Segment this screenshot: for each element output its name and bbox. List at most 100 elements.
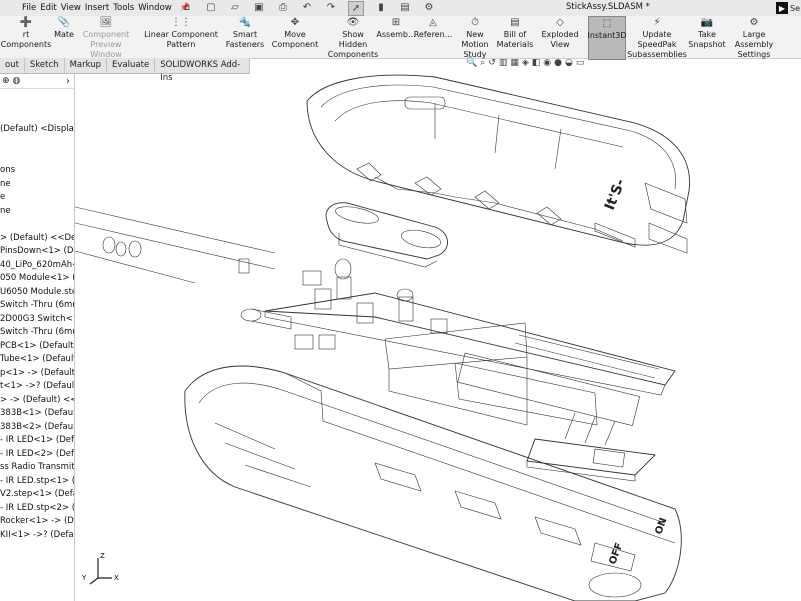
- select-arrow-icon[interactable]: ➚: [348, 1, 364, 16]
- undo-icon[interactable]: ↶: [300, 1, 314, 14]
- tree-item[interactable]: 383B<2> (Default): [0, 422, 74, 433]
- menu-view[interactable]: View: [61, 3, 81, 13]
- tree-item[interactable]: PCB<1> (Default) <: [0, 341, 74, 352]
- button-caps[interactable]: [325, 202, 448, 268]
- ribbon-button-12[interactable]: ⬚ Instant3D: [587, 16, 627, 60]
- tree-item[interactable]: - IR LED<2> (Defau: [0, 449, 74, 460]
- tree-item[interactable]: Switch -Thru (6mm: [0, 300, 74, 311]
- ribbon-button-9[interactable]: ⏱ New Motion Study: [452, 16, 498, 59]
- tree-item[interactable]: > (Default) <<Defau: [0, 233, 74, 244]
- tree-item[interactable]: Tube<1> (Default): [0, 354, 74, 365]
- ribbon-button-2[interactable]: 🖼 Component Preview Window: [78, 16, 134, 59]
- ribbon-button-icon: 👁: [346, 17, 360, 28]
- home-icon[interactable]: ⌂: [180, 1, 194, 14]
- sd-card[interactable]: [526, 412, 656, 482]
- ribbon-button-8[interactable]: ◬ Referen...: [413, 16, 453, 58]
- tree-item[interactable]: Rocker<1> -> (Def: [0, 516, 74, 527]
- ribbon-button-6[interactable]: 👁 Show Hidden Components: [328, 16, 379, 59]
- redo-icon[interactable]: ↷: [324, 1, 338, 14]
- pcb-board[interactable]: [264, 292, 676, 427]
- graphics-area[interactable]: It'S- ON OFF: [75, 73, 801, 601]
- tab-layout[interactable]: out: [0, 58, 25, 73]
- tab-sketch[interactable]: Sketch: [25, 58, 65, 73]
- tree-item[interactable]: 2D00G3 Switch<1>: [0, 314, 74, 325]
- view-orientation-icon[interactable]: ◈: [522, 58, 529, 68]
- ribbon-button-icon: ▤: [510, 17, 520, 28]
- options-gear-icon[interactable]: ⚙: [422, 1, 436, 14]
- tree-item[interactable]: 383B<1> (Default): [0, 408, 74, 419]
- ribbon-button-13[interactable]: ⚡ Update SpeedPak Subassemblies: [624, 16, 690, 59]
- power-switch-labels: ON OFF: [607, 516, 669, 566]
- dynamic-annotation-icon[interactable]: ▦: [510, 58, 519, 68]
- zoom-to-fit-icon[interactable]: 🔍: [466, 58, 477, 68]
- menu-edit[interactable]: Edit: [40, 3, 56, 13]
- config-manager-icon[interactable]: ⊕: [2, 76, 10, 86]
- menu-window[interactable]: Window: [138, 3, 172, 13]
- zoom-area-icon[interactable]: ⌕: [480, 58, 485, 68]
- heads-up-view-toolbar: 🔍 ⌕ ↺ ▥ ▦ ◈ ◧ ◉ ● ◒ ▭: [466, 58, 584, 68]
- appearance-icon[interactable]: ●: [554, 58, 562, 68]
- tree-item[interactable]: t<1> ->? (Default): [0, 381, 74, 392]
- rebuild-icon[interactable]: ▮: [374, 1, 388, 14]
- tree-item[interactable]: - IR LED.stp<2> (De: [0, 503, 74, 514]
- exploded-assembly-drawing[interactable]: It'S- ON OFF: [75, 73, 801, 601]
- display-style-icon[interactable]: ◧: [532, 58, 541, 68]
- ribbon-button-15[interactable]: ⚙ Large Assembly Settings: [724, 16, 784, 59]
- view-settings-icon[interactable]: ▭: [576, 58, 585, 68]
- tree-item[interactable]: PinsDown<1> (Defa: [0, 246, 74, 257]
- tree-item[interactable]: KII<1> ->? (Default: [0, 530, 74, 541]
- menu-insert[interactable]: Insert: [85, 3, 109, 13]
- ribbon-button-label: Referen...: [413, 30, 453, 39]
- tree-item[interactable]: Switch -Thru (6mm: [0, 327, 74, 338]
- tree-item[interactable]: - IR LED.stp<1> (De: [0, 476, 74, 487]
- tab-markup[interactable]: Markup: [65, 58, 108, 73]
- ribbon-button-10[interactable]: ▤ Bill of Materials: [497, 16, 534, 58]
- ribbon-button-7[interactable]: ⊞ Assemb...: [376, 16, 415, 58]
- search-arrow-icon: ▶: [776, 2, 788, 14]
- tree-item[interactable]: ss Radio Transmitte: [0, 462, 74, 473]
- tree-item[interactable]: V2.step<1> (Defau: [0, 489, 74, 500]
- ribbon-button-icon: ⬚: [602, 18, 612, 29]
- ribbon-button-14[interactable]: 📷 Take Snapshot: [688, 16, 725, 58]
- new-document-icon[interactable]: ▢: [204, 1, 218, 14]
- hide-show-icon[interactable]: ◉: [543, 58, 551, 68]
- tab-evaluate[interactable]: Evaluate: [107, 58, 156, 73]
- ribbon-button-11[interactable]: ◇ Exploded View: [532, 16, 588, 58]
- command-manager-ribbon: ➕ rt Components 📎 Mate 🖼 Component Preview Wi…: [0, 16, 801, 60]
- window-title: StickAssy.SLDASM *: [566, 2, 650, 12]
- save-icon[interactable]: ▣: [252, 1, 266, 14]
- tree-item[interactable]: 050 Module<1> (De: [0, 273, 74, 284]
- ribbon-button-4[interactable]: 🔩 Smart Fasteners: [226, 16, 264, 58]
- display-manager-icon[interactable]: ◍: [13, 76, 21, 86]
- tree-item[interactable]: - IR LED<1> (Defau: [0, 435, 74, 446]
- tab-addins[interactable]: SOLIDWORKS Add-Ins: [155, 58, 250, 83]
- ribbon-button-3[interactable]: ⋮⋮ Linear Component Pattern: [134, 16, 228, 58]
- menu-tools[interactable]: Tools: [113, 3, 134, 13]
- tree-item[interactable]: 40_LiPo_620mAh<1: [0, 260, 74, 271]
- electronic-components[interactable]: [75, 206, 448, 350]
- section-view-icon[interactable]: ▥: [499, 58, 508, 68]
- tree-item[interactable]: ons: [0, 165, 15, 176]
- tree-item[interactable]: e: [0, 192, 5, 203]
- print-icon[interactable]: ⎙: [276, 1, 290, 14]
- file-properties-icon[interactable]: ▤: [398, 1, 412, 14]
- previous-view-icon[interactable]: ↺: [488, 58, 496, 68]
- tree-item[interactable]: U6050 Module.step: [0, 287, 74, 298]
- chevron-right-icon[interactable]: ›: [66, 76, 70, 87]
- ribbon-button-icon: 📎: [57, 17, 71, 28]
- menu-file[interactable]: File: [22, 3, 36, 13]
- tree-item[interactable]: > -> (Default) <<De: [0, 395, 74, 406]
- top-housing[interactable]: It'S-: [306, 74, 690, 254]
- tree-item[interactable]: ne: [0, 179, 11, 190]
- ribbon-button-0[interactable]: ➕ rt Components: [0, 16, 52, 58]
- ribbon-button-1[interactable]: 📎 Mate: [53, 16, 75, 58]
- tree-item[interactable]: (Default) <Display S: [0, 124, 74, 135]
- ribbon-button-label: Component Preview Window: [82, 30, 130, 59]
- tree-item[interactable]: ne: [0, 206, 11, 217]
- bottom-housing[interactable]: ON OFF: [184, 365, 682, 601]
- open-icon[interactable]: ▱: [228, 1, 242, 14]
- scene-icon[interactable]: ◒: [565, 58, 573, 68]
- tree-item[interactable]: p<1> -> (Default): [0, 368, 74, 379]
- search-box[interactable]: ▶ Se: [776, 1, 801, 15]
- ribbon-button-5[interactable]: ✥ Move Component: [262, 16, 328, 58]
